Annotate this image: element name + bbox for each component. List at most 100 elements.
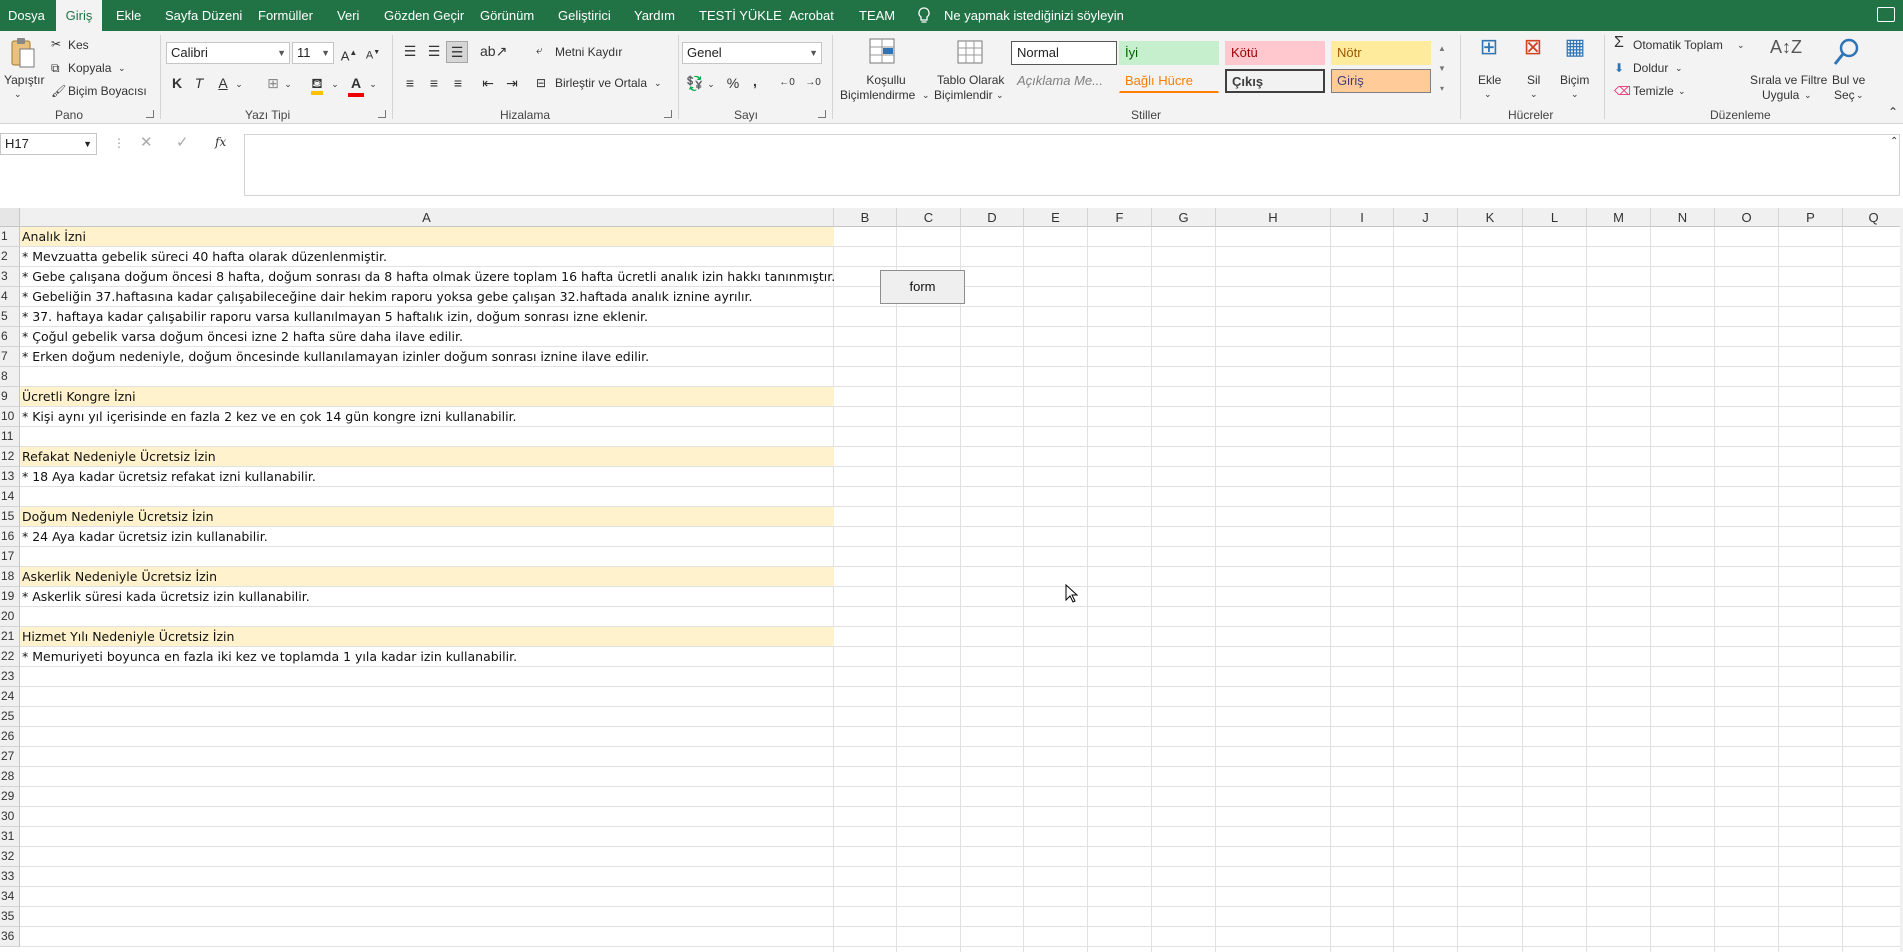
- tab-sayfa-duzeni[interactable]: Sayfa Düzeni: [161, 0, 246, 31]
- section-header-cell[interactable]: Analık İzni: [20, 227, 834, 247]
- row-header[interactable]: 23: [0, 667, 20, 687]
- font-name-combo[interactable]: Calibri ▼: [166, 42, 290, 64]
- row-header[interactable]: 34: [0, 887, 20, 907]
- cell-a[interactable]: [20, 487, 834, 507]
- cell-a[interactable]: * Askerlik süresi kada ücretsiz izin kul…: [20, 587, 834, 607]
- conditional-dropdown-icon[interactable]: ⌄: [922, 88, 930, 103]
- row-header[interactable]: 26: [0, 727, 20, 747]
- cell-a[interactable]: * 37. haftaya kadar çalışabilir raporu v…: [20, 307, 834, 327]
- row-header[interactable]: 32: [0, 847, 20, 867]
- form-button[interactable]: form: [880, 270, 965, 304]
- style-bad[interactable]: Kötü: [1225, 41, 1325, 65]
- cell-a[interactable]: [20, 927, 834, 947]
- comma-button[interactable]: ,: [748, 71, 762, 91]
- row-header[interactable]: 19: [0, 587, 20, 607]
- row-header[interactable]: 31: [0, 827, 20, 847]
- row-header[interactable]: 35: [0, 907, 20, 927]
- underline-dropdown-icon[interactable]: ⌄: [234, 74, 244, 94]
- cancel-icon[interactable]: ✕: [140, 135, 153, 150]
- styles-scroll-down-icon[interactable]: ▼: [1436, 59, 1448, 79]
- formula-input[interactable]: [244, 134, 1900, 196]
- style-good[interactable]: İyi: [1119, 41, 1219, 65]
- column-header-c[interactable]: C: [897, 208, 961, 227]
- column-header-h[interactable]: H: [1216, 208, 1331, 227]
- row-header[interactable]: 6: [0, 327, 20, 347]
- cell-a[interactable]: * Gebeliğin 37.haftasına kadar çalışabil…: [20, 287, 834, 307]
- cell-a[interactable]: * Kişi aynı yıl içerisinde en fazla 2 ke…: [20, 407, 834, 427]
- font-size-combo[interactable]: 11 ▼: [292, 42, 334, 64]
- column-header-b[interactable]: B: [834, 208, 897, 227]
- cut-button[interactable]: Kes: [68, 38, 89, 53]
- style-explanatory[interactable]: Açıklama Me...: [1011, 69, 1117, 93]
- row-header[interactable]: 1: [0, 227, 20, 247]
- row-header[interactable]: 21: [0, 627, 20, 647]
- find-dropdown-icon[interactable]: ⌄: [1856, 88, 1864, 103]
- align-top-icon[interactable]: ☰: [400, 41, 420, 61]
- cell-a[interactable]: [20, 727, 834, 747]
- column-header-m[interactable]: M: [1587, 208, 1651, 227]
- insert-dropdown-icon[interactable]: ⌄: [1484, 87, 1492, 102]
- tab-ekle[interactable]: Ekle: [112, 0, 145, 31]
- autosum-dropdown-icon[interactable]: ⌄: [1737, 38, 1745, 53]
- clipboard-launcher-icon[interactable]: [146, 110, 154, 118]
- row-header[interactable]: 18: [0, 567, 20, 587]
- align-right-icon[interactable]: ≡: [448, 73, 468, 93]
- currency-icon[interactable]: 💱: [684, 73, 706, 93]
- row-header[interactable]: 3: [0, 267, 20, 287]
- row-header[interactable]: 15: [0, 507, 20, 527]
- row-header[interactable]: 5: [0, 307, 20, 327]
- conditional-formatting-button[interactable]: Koşullu: [866, 73, 906, 88]
- tell-me-search[interactable]: Ne yapmak istediğinizi söyleyin: [944, 0, 1124, 31]
- format-dropdown-icon[interactable]: ⌄: [1571, 87, 1579, 102]
- column-header-f[interactable]: F: [1088, 208, 1152, 227]
- column-header-d[interactable]: D: [961, 208, 1024, 227]
- cell-a[interactable]: * 18 Aya kadar ücretsiz refakat izni kul…: [20, 467, 834, 487]
- number-format-combo[interactable]: Genel ▼: [682, 42, 822, 64]
- expand-formula-icon[interactable]: ⌃: [1890, 134, 1898, 149]
- row-header[interactable]: 8: [0, 367, 20, 387]
- format-as-table-button[interactable]: Tablo Olarak: [937, 73, 1004, 88]
- row-header[interactable]: 7: [0, 347, 20, 367]
- font-color-dropdown-icon[interactable]: ⌄: [368, 74, 378, 94]
- section-header-cell[interactable]: Hizmet Yılı Nedeniyle Ücretsiz İzin: [20, 627, 834, 647]
- style-input[interactable]: Giriş: [1331, 69, 1431, 93]
- fill-color-dropdown-icon[interactable]: ⌄: [330, 74, 340, 94]
- section-header-cell[interactable]: Doğum Nedeniyle Ücretsiz İzin: [20, 507, 834, 527]
- column-header-l[interactable]: L: [1523, 208, 1587, 227]
- tab-formuller[interactable]: Formüller: [254, 0, 317, 31]
- tab-testi-yukle[interactable]: TESTİ YÜKLE: [695, 0, 786, 31]
- percent-button[interactable]: %: [724, 73, 742, 93]
- column-header-i[interactable]: I: [1331, 208, 1394, 227]
- cell-a[interactable]: [20, 887, 834, 907]
- tab-veri[interactable]: Veri: [333, 0, 363, 31]
- merge-dropdown-icon[interactable]: ⌄: [654, 76, 662, 91]
- tab-gozden-gecir[interactable]: Gözden Geçir: [380, 0, 468, 31]
- row-header[interactable]: 9: [0, 387, 20, 407]
- cell-a[interactable]: [20, 907, 834, 927]
- paste-dropdown-icon[interactable]: ⌄: [14, 87, 22, 102]
- font-color-button[interactable]: A: [348, 73, 364, 97]
- currency-dropdown-icon[interactable]: ⌄: [706, 74, 716, 94]
- comments-icon[interactable]: [1877, 7, 1895, 22]
- row-header[interactable]: 27: [0, 747, 20, 767]
- row-header[interactable]: 10: [0, 407, 20, 427]
- row-header[interactable]: 22: [0, 647, 20, 667]
- enter-icon[interactable]: ✓: [176, 135, 189, 150]
- row-header[interactable]: 20: [0, 607, 20, 627]
- tab-dosya[interactable]: Dosya: [4, 0, 49, 31]
- sort-filter-button[interactable]: Sırala ve Filtre: [1750, 73, 1827, 88]
- tab-team[interactable]: TEAM: [855, 0, 899, 31]
- borders-icon[interactable]: ⊞: [264, 73, 282, 93]
- row-header[interactable]: 4: [0, 287, 20, 307]
- font-launcher-icon[interactable]: [378, 110, 386, 118]
- style-neutral[interactable]: Nötr: [1331, 41, 1431, 65]
- align-middle-icon[interactable]: ☰: [424, 41, 444, 61]
- styles-more-icon[interactable]: ▾: [1436, 79, 1448, 99]
- align-bottom-icon[interactable]: ☰: [446, 41, 468, 63]
- tab-yardim[interactable]: Yardım: [630, 0, 679, 31]
- cell-a[interactable]: * Erken doğum nedeniyle, doğum öncesinde…: [20, 347, 834, 367]
- row-header[interactable]: 16: [0, 527, 20, 547]
- cell-a[interactable]: [20, 707, 834, 727]
- italic-button[interactable]: T: [192, 73, 206, 93]
- column-header-a[interactable]: A: [20, 208, 834, 227]
